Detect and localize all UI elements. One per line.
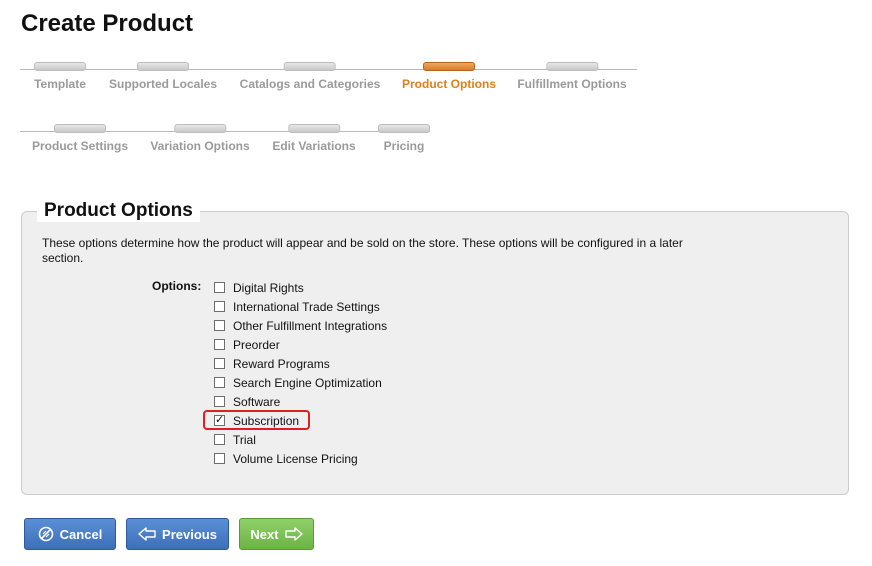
step-label: Pricing xyxy=(383,139,425,153)
next-button[interactable]: Next xyxy=(239,518,314,550)
previous-label: Previous xyxy=(162,526,217,542)
options-checkbox-list: Digital Rights International Trade Setti… xyxy=(203,278,387,468)
previous-button[interactable]: Previous xyxy=(126,518,229,550)
option-subscription[interactable]: Subscription xyxy=(203,410,387,430)
step-label: Template xyxy=(34,77,86,91)
checkbox-checked[interactable] xyxy=(214,413,225,426)
panel-description: These options determine how the product … xyxy=(42,236,683,265)
step-indicator xyxy=(287,124,340,133)
step-indicator-active xyxy=(423,62,475,71)
step-indicator xyxy=(137,62,189,71)
step-label: Variation Options xyxy=(150,139,250,153)
wizard-step-pricing[interactable]: Pricing xyxy=(378,124,430,153)
checkbox[interactable] xyxy=(214,339,225,350)
option-label: Software xyxy=(233,394,281,409)
option-label: Reward Programs xyxy=(233,356,330,371)
page-title: Create Product xyxy=(21,10,194,37)
wizard-step-supported-locales[interactable]: Supported Locales xyxy=(109,62,217,91)
wizard-step-product-options[interactable]: Product Options xyxy=(402,62,496,91)
wizard-steps-row-2: Product Settings Variation Options Edit … xyxy=(20,124,430,164)
checkbox[interactable] xyxy=(214,301,225,312)
step-indicator xyxy=(283,62,336,71)
wizard-steps-row-1: Template Supported Locales Catalogs and … xyxy=(20,62,637,102)
option-label: Search Engine Optimization xyxy=(233,375,382,390)
step-label: Product Options xyxy=(402,77,496,91)
wizard-step-variation-options[interactable]: Variation Options xyxy=(150,124,250,153)
checkbox[interactable] xyxy=(214,320,225,331)
checkbox[interactable] xyxy=(214,434,225,445)
option-preorder[interactable]: Preorder xyxy=(214,335,387,354)
step-indicator xyxy=(34,62,86,71)
option-search-engine-optimization[interactable]: Search Engine Optimization xyxy=(214,373,387,392)
option-reward-programs[interactable]: Reward Programs xyxy=(214,354,387,373)
option-trial[interactable]: Trial xyxy=(214,430,387,449)
option-other-fulfillment-integrations[interactable]: Other Fulfillment Integrations xyxy=(214,316,387,335)
step-label: Supported Locales xyxy=(108,77,218,91)
cancel-label: Cancel xyxy=(59,526,103,542)
next-label: Next xyxy=(250,526,279,542)
option-volume-license-pricing[interactable]: Volume License Pricing xyxy=(214,449,387,468)
step-label: Product Settings xyxy=(31,139,129,153)
cancel-icon xyxy=(38,526,54,542)
arrow-left-icon xyxy=(138,527,156,541)
option-international-trade-settings[interactable]: International Trade Settings xyxy=(214,297,387,316)
options-label: Options: xyxy=(152,279,202,293)
option-label: Volume License Pricing xyxy=(233,451,358,466)
option-label: Digital Rights xyxy=(233,280,304,295)
step-indicator xyxy=(53,124,106,133)
step-label: Catalogs and Categories xyxy=(239,77,381,91)
step-label: Edit Variations xyxy=(272,139,356,153)
option-label: International Trade Settings xyxy=(233,299,380,314)
option-label: Trial xyxy=(233,432,256,447)
wizard-step-template[interactable]: Template xyxy=(34,62,86,91)
wizard-step-catalogs-and-categories[interactable]: Catalogs and Categories xyxy=(239,62,381,91)
arrow-right-icon xyxy=(284,527,303,541)
panel-title: Product Options xyxy=(37,200,200,222)
checkbox[interactable] xyxy=(214,282,225,293)
step-indicator xyxy=(173,124,226,133)
checkbox[interactable] xyxy=(214,453,225,464)
checkbox[interactable] xyxy=(214,377,225,388)
cancel-button[interactable]: Cancel xyxy=(24,518,116,550)
wizard-step-fulfillment-options[interactable]: Fulfillment Options xyxy=(517,62,627,91)
wizard-step-product-settings[interactable]: Product Settings xyxy=(32,124,128,153)
step-label: Fulfillment Options xyxy=(517,77,627,91)
step-indicator xyxy=(545,62,598,71)
option-digital-rights[interactable]: Digital Rights xyxy=(214,278,387,297)
wizard-step-edit-variations[interactable]: Edit Variations xyxy=(272,124,356,153)
step-indicator xyxy=(378,124,430,133)
option-software[interactable]: Software xyxy=(214,392,387,411)
option-label: Other Fulfillment Integrations xyxy=(233,318,388,333)
checkbox[interactable] xyxy=(214,396,225,407)
option-label: Subscription xyxy=(233,413,300,428)
option-label: Preorder xyxy=(233,337,280,352)
checkbox[interactable] xyxy=(214,358,225,369)
